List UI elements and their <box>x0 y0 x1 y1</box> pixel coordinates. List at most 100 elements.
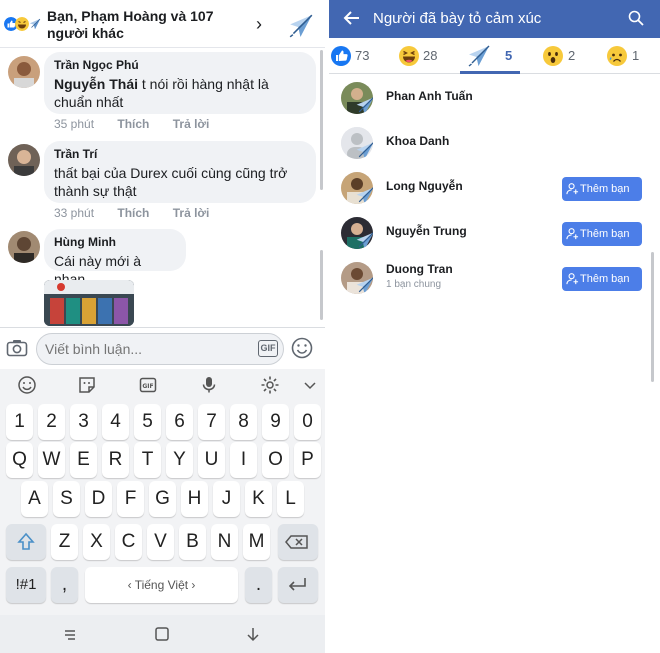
comment-image-thumbnail[interactable] <box>44 280 134 326</box>
key[interactable]: D <box>85 481 112 517</box>
chevron-down-icon[interactable] <box>300 375 320 395</box>
arrow-left-icon[interactable] <box>343 9 361 27</box>
list-item[interactable]: Nguyễn Trung Thêm bạn bè <box>329 211 660 264</box>
tab-like[interactable]: 73 <box>329 38 389 74</box>
key[interactable]: O <box>262 442 289 478</box>
scrollbar[interactable] <box>320 250 323 320</box>
list-item[interactable]: Khoa Danh <box>329 121 660 166</box>
backspace-key[interactable] <box>278 524 318 560</box>
key[interactable]: S <box>53 481 80 517</box>
key[interactable]: W <box>38 442 65 478</box>
person-name[interactable]: Khoa Danh <box>386 134 449 148</box>
emoji-icon[interactable] <box>291 337 313 359</box>
key[interactable]: 8 <box>230 404 257 440</box>
tab-haha[interactable]: 28 <box>397 38 457 74</box>
comma-key[interactable]: , <box>51 567 78 603</box>
period-key[interactable]: . <box>245 567 272 603</box>
key[interactable]: Z <box>51 524 78 560</box>
key[interactable]: V <box>147 524 174 560</box>
key[interactable]: J <box>213 481 240 517</box>
scrollbar[interactable] <box>320 50 323 190</box>
list-item[interactable]: Duong Tran 1 bạn chung Thêm bạn bè <box>329 256 660 309</box>
avatar[interactable] <box>341 127 373 159</box>
person-name[interactable]: Long Nguyễn <box>386 179 463 193</box>
comment-bubble[interactable]: Hùng Minh Cái này mới à nhan <box>44 229 186 287</box>
avatar[interactable] <box>8 231 40 263</box>
comment-author[interactable]: Trần Ngọc Phú <box>54 58 306 73</box>
gear-icon[interactable] <box>260 375 280 395</box>
avatar[interactable] <box>8 56 40 88</box>
list-item[interactable]: Long Nguyễn Thêm bạn bè <box>329 166 660 219</box>
recent-apps-icon[interactable] <box>61 625 79 643</box>
search-icon[interactable] <box>628 10 644 26</box>
avatar[interactable] <box>341 82 373 114</box>
avatar[interactable] <box>8 144 40 176</box>
comment-author[interactable]: Trần Trí <box>54 147 306 162</box>
key[interactable]: B <box>179 524 206 560</box>
reply-comment-button[interactable]: Trả lời <box>173 206 210 220</box>
comment-author[interactable]: Hùng Minh <box>54 235 176 250</box>
avatar[interactable] <box>341 217 373 249</box>
key[interactable]: U <box>198 442 225 478</box>
back-icon[interactable] <box>244 625 262 643</box>
key[interactable]: I <box>230 442 257 478</box>
add-friend-button[interactable]: Thêm bạn bè <box>562 222 642 264</box>
gif-icon[interactable]: GIF <box>138 375 158 395</box>
tab-wow[interactable]: 2 <box>541 38 591 74</box>
key[interactable]: 6 <box>166 404 193 440</box>
like-comment-button[interactable]: Thích <box>117 206 149 220</box>
key[interactable]: 1 <box>6 404 33 440</box>
person-name[interactable]: Nguyễn Trung <box>386 224 467 238</box>
add-friend-button[interactable]: Thêm bạn bè <box>562 177 642 219</box>
key[interactable]: 3 <box>70 404 97 440</box>
avatar[interactable] <box>341 262 373 294</box>
key[interactable]: C <box>115 524 142 560</box>
key[interactable]: 7 <box>198 404 225 440</box>
key[interactable]: 9 <box>262 404 289 440</box>
key[interactable]: K <box>245 481 272 517</box>
scrollbar[interactable] <box>651 252 654 382</box>
enter-key[interactable] <box>278 567 318 603</box>
key[interactable]: H <box>181 481 208 517</box>
person-name[interactable]: Phan Anh Tuấn <box>386 89 473 103</box>
symbols-key[interactable]: !#1 <box>6 567 46 603</box>
home-icon[interactable] <box>153 625 171 643</box>
key[interactable]: M <box>243 524 270 560</box>
key[interactable]: N <box>211 524 238 560</box>
key[interactable]: 2 <box>38 404 65 440</box>
sticker-icon[interactable] <box>77 375 97 395</box>
key[interactable]: Y <box>166 442 193 478</box>
key[interactable]: G <box>149 481 176 517</box>
key[interactable]: E <box>70 442 97 478</box>
key[interactable]: Q <box>6 442 33 478</box>
mentioned-user[interactable]: Nguyễn Thái <box>54 76 138 92</box>
comment-bubble[interactable]: Trần Ngọc Phú Nguyễn Thái t nói rồi hàng… <box>44 52 316 114</box>
key[interactable]: T <box>134 442 161 478</box>
emoji-icon[interactable] <box>17 375 37 395</box>
key[interactable]: 4 <box>102 404 129 440</box>
gif-button[interactable]: GIF <box>258 340 278 357</box>
person-name[interactable]: Duong Tran <box>386 262 453 276</box>
key[interactable]: R <box>102 442 129 478</box>
tab-airplane[interactable]: 5 <box>463 38 523 74</box>
avatar[interactable] <box>341 172 373 204</box>
airplane-icon[interactable] <box>288 13 314 39</box>
reply-comment-button[interactable]: Trả lời <box>173 117 210 131</box>
key[interactable]: 5 <box>134 404 161 440</box>
comments-header[interactable]: Bạn, Phạm Hoàng và 107 người khác › <box>0 0 325 48</box>
space-key[interactable]: ‹ Tiếng Việt › <box>85 567 238 603</box>
add-friend-button[interactable]: Thêm bạn bè <box>562 267 642 309</box>
microphone-icon[interactable] <box>199 375 219 395</box>
shift-key[interactable] <box>6 524 46 560</box>
camera-icon[interactable] <box>6 338 28 358</box>
like-comment-button[interactable]: Thích <box>117 117 149 131</box>
tab-sad[interactable]: 1 <box>605 38 655 74</box>
key[interactable]: F <box>117 481 144 517</box>
key[interactable]: A <box>21 481 48 517</box>
reactors-summary-title[interactable]: Bạn, Phạm Hoàng và 107 người khác <box>47 8 247 42</box>
comment-bubble[interactable]: Trần Trí thất bại của Durex cuối cùng cũ… <box>44 141 316 203</box>
key[interactable]: X <box>83 524 110 560</box>
comment-input[interactable] <box>36 333 284 365</box>
list-item[interactable]: Phan Anh Tuấn <box>329 76 660 121</box>
key[interactable]: 0 <box>294 404 321 440</box>
